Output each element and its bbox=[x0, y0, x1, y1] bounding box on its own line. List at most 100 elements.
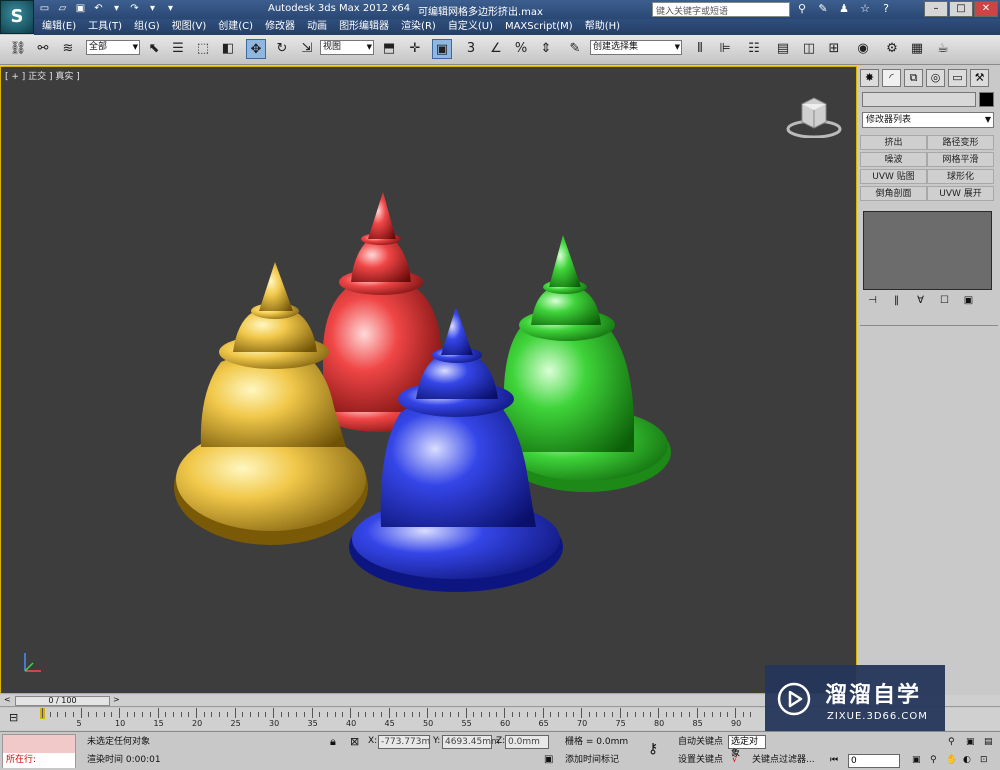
perspective-viewport[interactable]: [ + ] 正交 ] 真实 ] bbox=[0, 66, 857, 694]
new-file-icon[interactable]: ▭ bbox=[38, 2, 51, 15]
minimize-icon[interactable]: – bbox=[924, 1, 948, 17]
show-end-result-icon[interactable]: ‖ bbox=[888, 293, 905, 308]
customize-quick-access-icon[interactable]: ▾ bbox=[164, 2, 177, 15]
absolute-mode-icon[interactable]: ⊠ bbox=[350, 734, 359, 749]
layer-manager-icon[interactable]: ☷ bbox=[744, 39, 764, 59]
dropdown-icon[interactable]: ▾ bbox=[146, 2, 159, 15]
current-frame-field[interactable]: 0 bbox=[848, 754, 900, 768]
time-config-icon[interactable]: ▣ bbox=[912, 753, 921, 768]
selection-filter-dropdown[interactable]: 全部 bbox=[86, 40, 140, 55]
pan-icon[interactable]: ✋ bbox=[946, 753, 957, 768]
select-scale-icon[interactable]: ⇲ bbox=[297, 39, 317, 59]
dropdown-icon[interactable]: ▾ bbox=[110, 2, 123, 15]
zoom-all-icon[interactable]: ⚲ bbox=[948, 735, 955, 750]
y-coordinate-field[interactable]: 4693.45mm bbox=[442, 735, 500, 749]
viewcube-icon[interactable] bbox=[786, 92, 842, 138]
z-coordinate-field[interactable]: 0.0mm bbox=[505, 735, 549, 749]
menu-views[interactable]: 视图(V) bbox=[166, 19, 213, 35]
menu-edit[interactable]: 编辑(E) bbox=[36, 19, 82, 35]
x-coordinate-field[interactable]: -773.773m bbox=[378, 735, 430, 749]
spinner-snap-icon[interactable]: ⇕ bbox=[536, 39, 556, 59]
next-frame-icon[interactable]: > bbox=[113, 695, 120, 704]
utilities-tab-icon[interactable]: ⚒ bbox=[970, 69, 989, 87]
graphite-toggle-icon[interactable]: ▤ bbox=[773, 39, 793, 59]
angle-snap-icon[interactable]: ∠ bbox=[486, 39, 506, 59]
lock-icon[interactable]: 🔒︎ bbox=[330, 734, 336, 749]
select-by-name-icon[interactable]: ☰ bbox=[168, 39, 188, 59]
star-icon[interactable]: ☆ bbox=[858, 2, 872, 16]
pivot-center-icon[interactable]: ⬒ bbox=[379, 39, 399, 59]
link-icon[interactable]: ⛓ bbox=[8, 39, 28, 59]
open-file-icon[interactable]: ▱ bbox=[56, 2, 69, 15]
key-filters-button[interactable]: 关键点过滤器... bbox=[752, 753, 815, 768]
render-setup-icon[interactable]: ⚙ bbox=[882, 39, 902, 59]
motion-tab-icon[interactable]: ◎ bbox=[926, 69, 945, 87]
reference-coord-dropdown[interactable]: 视图 bbox=[320, 40, 374, 55]
select-move-icon[interactable]: ✥ bbox=[246, 39, 266, 59]
menu-customize[interactable]: 自定义(U) bbox=[442, 19, 499, 35]
named-selection-dropdown[interactable]: 创建选择集 bbox=[590, 40, 682, 55]
object-color-swatch[interactable] bbox=[979, 92, 994, 107]
auto-key-button[interactable]: 自动关键点 bbox=[678, 735, 723, 750]
time-slider-thumb[interactable]: 0 / 100 bbox=[15, 696, 110, 706]
make-unique-icon[interactable]: ∀ bbox=[912, 293, 929, 308]
mirror-icon[interactable]: ⫴ bbox=[690, 39, 710, 59]
pin-stack-icon[interactable]: ⊣ bbox=[864, 293, 881, 308]
rect-selection-icon[interactable]: ⬚ bbox=[193, 39, 213, 59]
add-time-tag-button[interactable]: 添加时间标记 bbox=[565, 753, 619, 768]
zoom-icon[interactable]: ⚲ bbox=[930, 753, 937, 768]
time-tag-icon[interactable]: ▣ bbox=[544, 752, 553, 767]
menu-graph-editors[interactable]: 图形编辑器 bbox=[333, 19, 395, 35]
snaps-toggle-icon[interactable]: 3 bbox=[461, 39, 481, 59]
menu-group[interactable]: 组(G) bbox=[128, 19, 166, 35]
search-input[interactable]: 键入关键字或短语 bbox=[652, 2, 790, 17]
menu-create[interactable]: 创建(C) bbox=[212, 19, 259, 35]
modify-tab-icon[interactable]: ◜ bbox=[882, 69, 901, 87]
modifier-list-dropdown[interactable]: 修改器列表 bbox=[862, 112, 994, 128]
zoom-extents-all-icon[interactable]: ▤ bbox=[984, 735, 993, 750]
spherify-button[interactable]: 球形化 bbox=[927, 169, 994, 184]
select-object-icon[interactable]: ⬉ bbox=[144, 39, 164, 59]
keyboard-shortcut-override-icon[interactable]: ▣ bbox=[432, 39, 452, 59]
select-manipulate-icon[interactable]: ✛ bbox=[405, 39, 425, 59]
prev-frame-icon[interactable]: < bbox=[4, 695, 11, 704]
maxscript-listener[interactable]: 所在行: bbox=[2, 734, 76, 768]
select-rotate-icon[interactable]: ↻ bbox=[272, 39, 292, 59]
extrude-button[interactable]: 挤出 bbox=[860, 135, 927, 150]
redo-icon[interactable]: ↷ bbox=[128, 2, 141, 15]
material-editor-icon[interactable]: ◉ bbox=[853, 39, 873, 59]
maximize-viewport-icon[interactable]: ⊡ bbox=[980, 753, 988, 768]
unlink-icon[interactable]: ⚯ bbox=[33, 39, 53, 59]
create-tab-icon[interactable]: ✸ bbox=[860, 69, 879, 87]
undo-icon[interactable]: ↶ bbox=[92, 2, 105, 15]
key-mode-dropdown[interactable]: 选定对象 bbox=[728, 735, 766, 759]
go-to-start-icon[interactable]: ⏮ bbox=[830, 753, 838, 768]
menu-maxscript[interactable]: MAXScript(M) bbox=[499, 19, 579, 35]
tools-icon[interactable]: ✎ bbox=[816, 2, 830, 16]
maximize-icon[interactable]: □ bbox=[949, 1, 973, 17]
mini-curve-editor-icon[interactable]: ⊟ bbox=[9, 711, 18, 724]
percent-snap-icon[interactable]: % bbox=[511, 39, 531, 59]
meshsmooth-button[interactable]: 网格平滑 bbox=[927, 152, 994, 167]
window-crossing-icon[interactable]: ◧ bbox=[218, 39, 238, 59]
render-production-icon[interactable]: ☕ bbox=[933, 39, 953, 59]
zoom-extents-icon[interactable]: ▣ bbox=[966, 735, 975, 750]
menu-rendering[interactable]: 渲染(R) bbox=[395, 19, 442, 35]
path-deform-button[interactable]: 路径变形 bbox=[927, 135, 994, 150]
binoculars-icon[interactable]: ⚲ bbox=[795, 2, 809, 16]
edit-named-selection-icon[interactable]: ✎ bbox=[565, 39, 585, 59]
close-icon[interactable]: ✕ bbox=[974, 1, 998, 17]
remove-modifier-icon[interactable]: ☐ bbox=[936, 293, 953, 308]
rendered-frame-icon[interactable]: ▦ bbox=[907, 39, 927, 59]
people-icon[interactable]: ♟ bbox=[837, 2, 851, 16]
maxscript-line[interactable]: 所在行: bbox=[3, 753, 75, 768]
save-file-icon[interactable]: ▣ bbox=[74, 2, 87, 15]
menu-tools[interactable]: 工具(T) bbox=[82, 19, 128, 35]
bind-spacewarp-icon[interactable]: ≋ bbox=[58, 39, 78, 59]
menu-modifiers[interactable]: 修改器 bbox=[259, 19, 301, 35]
set-key-icon[interactable]: √ bbox=[732, 753, 738, 768]
uvw-map-button[interactable]: UVW 贴图 bbox=[860, 169, 927, 184]
green-cone-object[interactable] bbox=[501, 235, 671, 492]
orbit-icon[interactable]: ◐ bbox=[963, 753, 971, 768]
hierarchy-tab-icon[interactable]: ⧉ bbox=[904, 69, 923, 87]
